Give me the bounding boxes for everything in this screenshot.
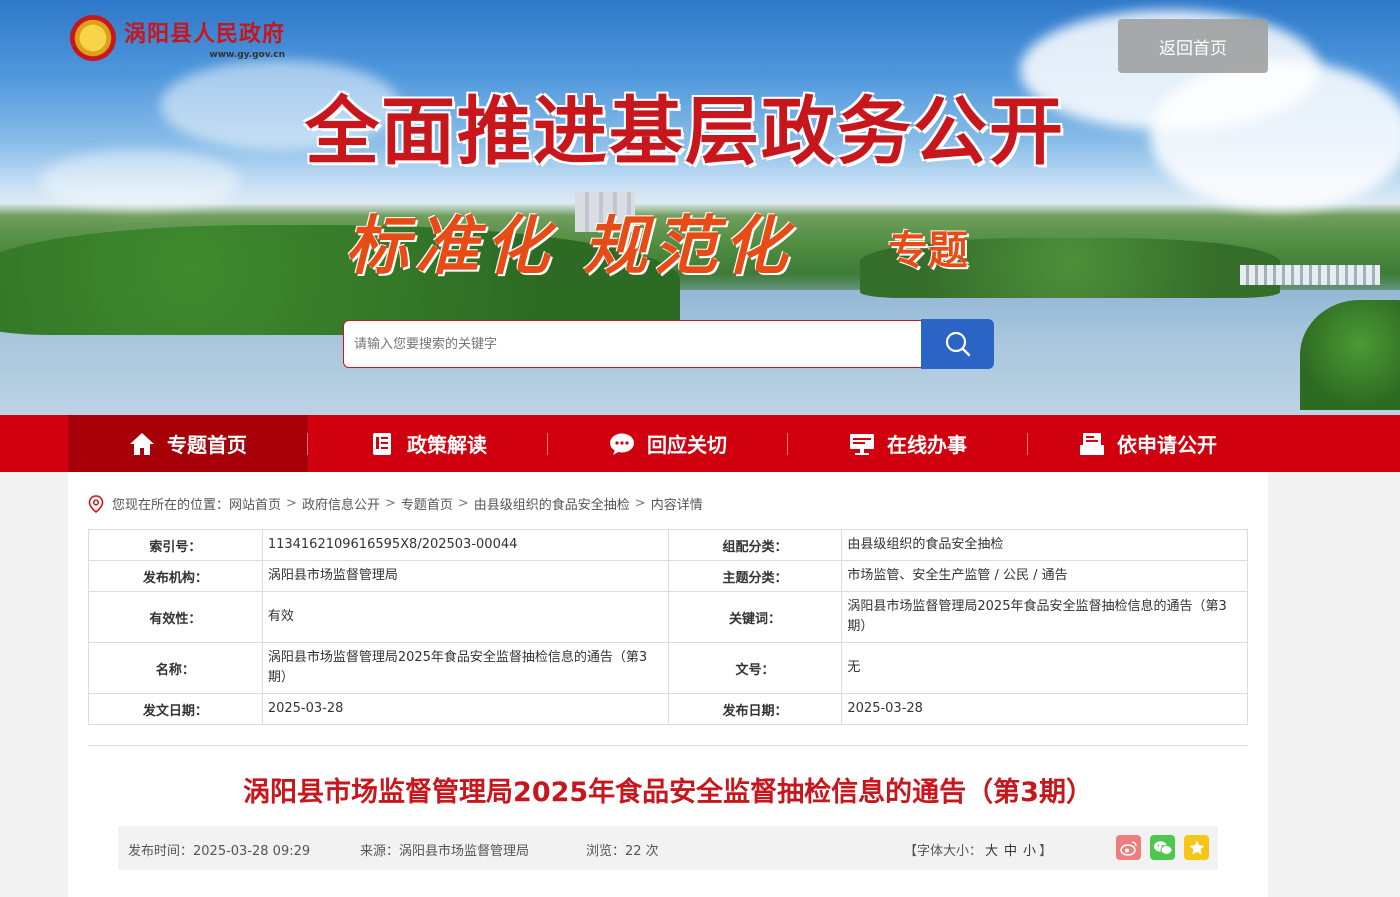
- search-input[interactable]: [343, 320, 921, 368]
- weibo-share-button[interactable]: [1116, 835, 1141, 860]
- breadcrumb-link[interactable]: 专题首页: [401, 494, 453, 513]
- divider: [88, 745, 1248, 746]
- font-small-button[interactable]: 小: [1023, 844, 1036, 859]
- favorite-icon: [1189, 840, 1204, 855]
- org-label: 发布机构：: [88, 560, 263, 592]
- request-icon: [1079, 431, 1105, 457]
- site-logo[interactable]: 涡阳县人民政府 www.gy.gov.cn: [70, 15, 285, 61]
- font-large-button[interactable]: 大: [985, 844, 998, 859]
- org-value: 涡阳县市场监督管理局: [261, 560, 669, 592]
- breadcrumb: 您现在所在的位置： 网站首页 > 政府信息公开 > 专题首页 > 由县级组织的食…: [88, 494, 703, 513]
- cloud: [40, 150, 240, 210]
- nav-item-policy[interactable]: 政策解读: [308, 415, 548, 472]
- home-button[interactable]: 返回首页: [1118, 19, 1268, 73]
- keywords-value: 涡阳县市场监督管理局2025年食品安全监督抽检信息的通告（第3期）: [841, 591, 1248, 643]
- nav-item-label: 政策解读: [407, 433, 487, 457]
- content-panel: 您现在所在的位置： 网站首页 > 政府信息公开 > 专题首页 > 由县级组织的食…: [68, 472, 1268, 897]
- breadcrumb-current: 内容详情: [650, 498, 703, 513]
- cloud: [1150, 60, 1400, 210]
- view-count: 浏览：22 次: [586, 844, 659, 859]
- banner: 涡阳县人民政府 www.gy.gov.cn 返回首页 全面推进基层政务公开 标准…: [0, 0, 1400, 415]
- weibo-share-icon: [1119, 840, 1137, 856]
- location-pin-icon: [88, 494, 104, 513]
- group-value: 由县级组织的食品安全抽检: [841, 529, 1248, 561]
- favorite-button[interactable]: [1184, 835, 1209, 860]
- national-emblem-icon: [70, 15, 116, 61]
- docno-value: 无: [841, 642, 1248, 694]
- nav-item-label: 回应关切: [647, 433, 727, 457]
- nav-item-online-service[interactable]: 在线办事: [788, 415, 1028, 472]
- issue-date-value: 2025-03-28: [261, 693, 669, 725]
- table-row: 发布机构： 涡阳县市场监督管理局 主题分类： 市场监管、安全生产监管 / 公民 …: [88, 560, 1248, 592]
- breadcrumb-separator: >: [286, 496, 297, 511]
- nav-item-home[interactable]: 专题首页: [68, 415, 308, 472]
- publish-date-label: 发布日期：: [667, 693, 843, 725]
- publish-date-value: 2025-03-28: [841, 693, 1248, 725]
- chat-icon: [609, 431, 635, 457]
- font-medium-button[interactable]: 中: [1004, 844, 1017, 859]
- nav-item-label: 专题首页: [167, 433, 247, 457]
- banner-slogan-suffix: 专题: [888, 228, 968, 274]
- document-metadata-table: 索引号： 1134162109616595X8/202503-00044 组配分…: [88, 529, 1248, 725]
- breadcrumb-separator: >: [384, 496, 396, 511]
- nav-item-request-disclosure[interactable]: 依申请公开: [1028, 415, 1268, 472]
- font-size-suffix: 】: [1039, 844, 1053, 859]
- index-value: 1134162109616595X8/202503-00044: [261, 529, 669, 561]
- wechat-share-icon: [1153, 840, 1172, 855]
- monitor-icon: [849, 431, 875, 457]
- breadcrumb-prefix: 您现在所在的位置：: [112, 498, 230, 513]
- main-nav: 专题首页 政策解读 回应关切 在线办事 依申请公开: [0, 415, 1400, 472]
- nav-item-label: 依申请公开: [1117, 433, 1217, 457]
- breadcrumb-link[interactable]: 政府信息公开: [302, 494, 380, 513]
- search-button[interactable]: [921, 319, 994, 369]
- name-label: 名称：: [88, 642, 263, 694]
- issue-date-label: 发文日期：: [88, 693, 263, 725]
- validity-label: 有效性：: [88, 591, 263, 643]
- home-icon: [129, 431, 155, 457]
- validity-value: 有效: [261, 591, 669, 643]
- index-label: 索引号：: [88, 529, 263, 561]
- site-name: 涡阳县人民政府: [124, 22, 286, 47]
- table-row: 索引号： 1134162109616595X8/202503-00044 组配分…: [88, 529, 1248, 561]
- site-url: www.gy.gov.cn: [209, 50, 286, 60]
- search-bar: [343, 319, 994, 369]
- document-icon: [369, 431, 395, 457]
- bridge: [1240, 265, 1380, 285]
- article-info-bar: 发布时间：2025-03-28 09:29 来源：涡阳县市场监督管理局 浏览：2…: [118, 826, 1218, 870]
- name-value: 涡阳县市场监督管理局2025年食品安全监督抽检信息的通告（第3期）: [261, 642, 669, 694]
- publish-time: 发布时间：2025-03-28 09:29: [128, 844, 311, 859]
- article-title: 涡阳县市场监督管理局2025年食品安全监督抽检信息的通告（第3期）: [243, 777, 1093, 808]
- banner-title: 全面推进基层政务公开: [305, 89, 1065, 175]
- breadcrumb-separator: >: [457, 496, 469, 511]
- table-row: 有效性： 有效 关键词： 涡阳县市场监督管理局2025年食品安全监督抽检信息的通…: [88, 591, 1248, 643]
- docno-label: 文号：: [667, 642, 843, 694]
- breadcrumb-link[interactable]: 由县级组织的食品安全抽检: [474, 494, 630, 513]
- nav-item-response[interactable]: 回应关切: [548, 415, 788, 472]
- topic-value: 市场监管、安全生产监管 / 公民 / 通告: [841, 560, 1248, 592]
- wechat-share-button[interactable]: [1150, 835, 1175, 860]
- topic-label: 主题分类：: [667, 560, 843, 592]
- breadcrumb-link[interactable]: 网站首页: [229, 494, 281, 513]
- keywords-label: 关键词：: [667, 591, 843, 643]
- search-icon: [945, 331, 970, 357]
- table-row: 发文日期： 2025-03-28 发布日期： 2025-03-28: [88, 693, 1248, 725]
- nav-item-label: 在线办事: [887, 433, 967, 457]
- font-size-control: 【字体大小：大中小】: [904, 840, 1052, 859]
- font-size-prefix: 【字体大小：: [904, 844, 983, 859]
- article-source: 来源：涡阳县市场监督管理局: [360, 844, 530, 859]
- group-label: 组配分类：: [667, 529, 843, 561]
- banner-slogan: 标准化 规范化: [345, 209, 794, 284]
- breadcrumb-separator: >: [634, 496, 646, 511]
- table-row: 名称： 涡阳县市场监督管理局2025年食品安全监督抽检信息的通告（第3期） 文号…: [88, 642, 1248, 694]
